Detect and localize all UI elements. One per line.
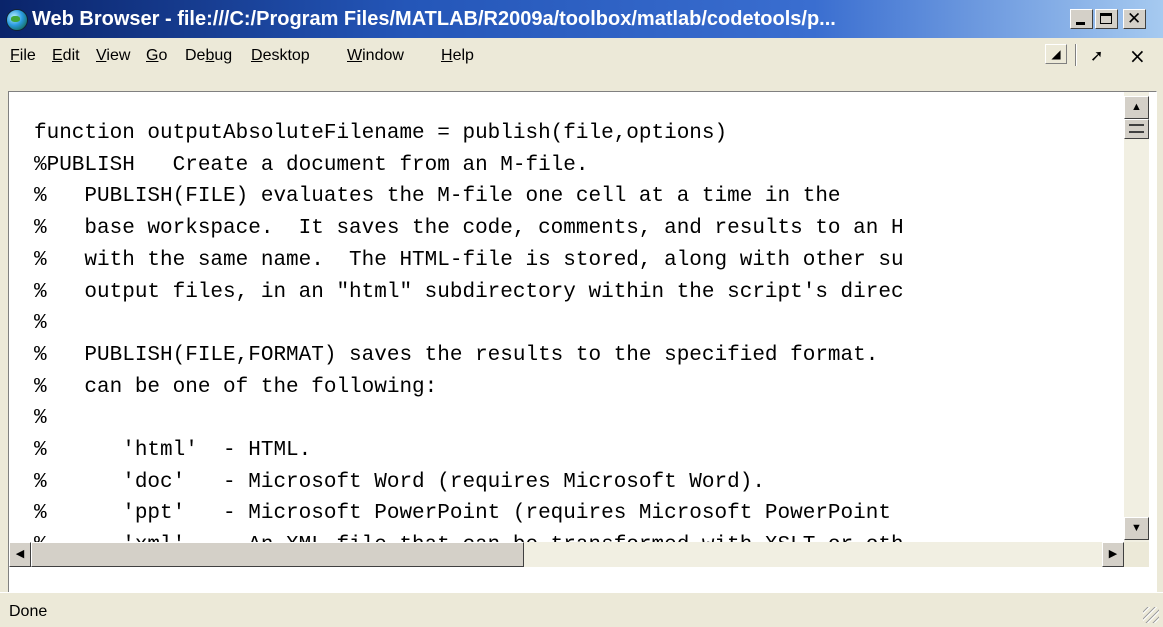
code-line: % can be one of the following: xyxy=(34,375,438,399)
scroll-down-arrow-icon[interactable]: ▼ xyxy=(1124,517,1149,540)
close-icon: ✕ xyxy=(1127,9,1142,29)
document-content[interactable]: function outputAbsoluteFilename = publis… xyxy=(8,91,1157,594)
code-line: % base workspace. It saves the code, com… xyxy=(34,217,904,241)
code-line: % xyxy=(34,407,47,431)
maximize-button[interactable] xyxy=(1095,9,1118,29)
resize-grip-icon[interactable] xyxy=(1143,607,1159,623)
code-line: % PUBLISH(FILE) evaluates the M-file one… xyxy=(34,185,841,209)
menu-view[interactable]: View xyxy=(96,47,130,65)
scroll-corner xyxy=(1124,542,1149,567)
menu-go[interactable]: Go xyxy=(146,47,167,65)
menu-file[interactable]: File xyxy=(10,47,36,65)
matlab-web-browser-window: Web Browser - file:///C:/Program Files/M… xyxy=(0,0,1163,627)
maximize-icon xyxy=(1100,13,1112,24)
minimize-button[interactable] xyxy=(1070,9,1093,29)
title-bar[interactable]: Web Browser - file:///C:/Program Files/M… xyxy=(0,0,1163,38)
code-line: % PUBLISH(FILE,FORMAT) saves the results… xyxy=(34,343,879,367)
menu-separator xyxy=(1075,44,1077,66)
menu-debug[interactable]: Debug xyxy=(185,47,232,65)
close-button[interactable]: ✕ xyxy=(1123,9,1146,29)
menu-window[interactable]: Window xyxy=(347,47,404,65)
menu-bar: File Edit View Go Debug Desktop Window H… xyxy=(0,38,1163,70)
globe-icon xyxy=(6,9,28,31)
scroll-right-arrow-icon[interactable]: ▶ xyxy=(1102,542,1124,567)
status-text: Done xyxy=(9,603,48,620)
dock-icon: ◢ xyxy=(1051,47,1061,61)
menu-desktop[interactable]: Desktop xyxy=(251,47,310,65)
menu-help[interactable]: Help xyxy=(441,47,474,65)
code-line: % xyxy=(34,312,47,336)
vertical-scrollbar[interactable]: ▲ ▼ xyxy=(1124,92,1149,542)
code-line: % with the same name. The HTML-file is s… xyxy=(34,248,904,272)
code-line: % 'doc' - Microsoft Word (requires Micro… xyxy=(34,470,765,494)
horizontal-scrollbar[interactable]: ◀ ▶ xyxy=(9,542,1124,567)
code-listing: function outputAbsoluteFilename = publis… xyxy=(34,118,904,562)
vertical-scroll-thumb[interactable] xyxy=(1124,119,1149,139)
undock-arrow-icon[interactable]: ➚ xyxy=(1090,46,1103,65)
horizontal-scroll-thumb[interactable] xyxy=(31,542,524,567)
status-bar xyxy=(0,592,1163,627)
minimize-icon xyxy=(1076,22,1085,25)
code-line: % output files, in an "html" subdirector… xyxy=(34,280,904,304)
close-panel-icon[interactable]: × xyxy=(1129,44,1146,68)
code-line: % 'ppt' - Microsoft PowerPoint (requires… xyxy=(34,502,891,526)
menu-edit[interactable]: Edit xyxy=(52,47,80,65)
scroll-up-arrow-icon[interactable]: ▲ xyxy=(1124,96,1149,119)
window-title: Web Browser - file:///C:/Program Files/M… xyxy=(32,8,836,30)
scroll-left-arrow-icon[interactable]: ◀ xyxy=(9,542,31,567)
code-line: %PUBLISH Create a document from an M-fil… xyxy=(34,153,589,177)
code-line: % 'html' - HTML. xyxy=(34,439,312,463)
code-line: function outputAbsoluteFilename = publis… xyxy=(34,122,728,145)
dock-button[interactable]: ◢ xyxy=(1045,44,1067,64)
